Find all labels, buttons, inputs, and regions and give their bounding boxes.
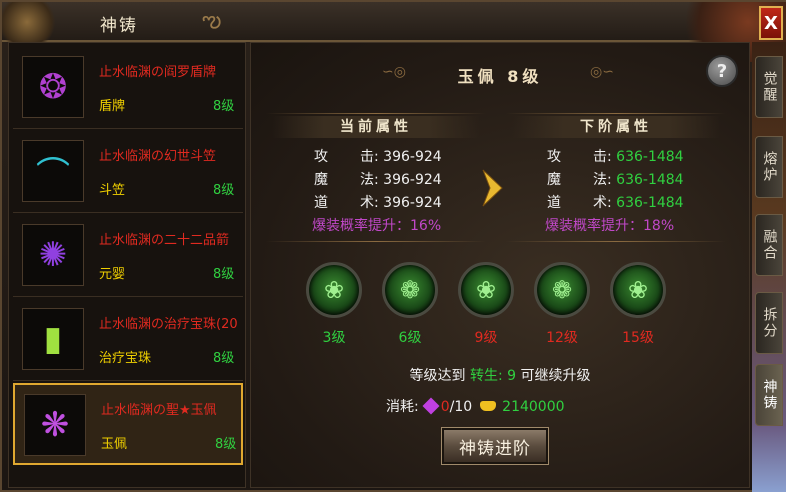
- next-attr-row-magic: 魔法: 636-1484: [547, 172, 684, 188]
- stage-orb-icon[interactable]: ❀: [458, 262, 514, 318]
- title-bar: 神铸 ఌ: [2, 2, 786, 62]
- shield-icon: ❂: [22, 56, 84, 118]
- equipment-list-item[interactable]: ❋ 止水临渊の聖★玉佩 玉佩 8级: [13, 383, 243, 465]
- attr-label: 魔: [547, 172, 561, 188]
- stage-level-label: 15级: [622, 330, 654, 346]
- upgrade-requirement: 等级达到 转生: 9 可继续升级: [250, 365, 750, 385]
- stage-level-label: 9级: [474, 330, 498, 346]
- item-level: 8级: [213, 183, 235, 198]
- attr-label: 道: [314, 195, 328, 211]
- item-level: 8级: [213, 267, 235, 282]
- requirement-value: 9: [507, 368, 517, 384]
- stage-level-label: 12级: [546, 330, 578, 346]
- item-type: 玉佩: [101, 437, 128, 452]
- divider: [506, 241, 726, 242]
- drop-rate-bonus-next: 爆装概率提升：18%: [545, 218, 675, 234]
- attr-label2: 击: [360, 149, 374, 165]
- attr-row-magic: 魔法: 396-924: [314, 172, 442, 188]
- gem-need: /10: [449, 399, 473, 415]
- equipment-list-item[interactable]: ▮ 止水临渊の治疗宝珠(20 治疗宝珠 8级: [13, 299, 243, 381]
- divider: [266, 241, 486, 242]
- requirement-suffix: 可继续升级: [516, 368, 591, 384]
- gem-icon: [422, 397, 440, 415]
- spirit-icon: ✺: [22, 224, 84, 286]
- stage-orb-icon[interactable]: ❁: [382, 262, 438, 318]
- item-name: 止水临渊の治疗宝珠(20: [99, 317, 238, 332]
- item-level: 8级: [213, 99, 235, 114]
- attr-value: 636-1484: [616, 149, 684, 165]
- attr-label: 道: [547, 195, 561, 211]
- gold-ingot-icon: [480, 401, 497, 411]
- gold-amount: 2140000: [502, 399, 565, 415]
- potion-icon: ▮: [22, 308, 84, 370]
- stage-orb-icon[interactable]: ❀: [306, 262, 362, 318]
- item-name: 止水临渊の二十二品箭: [99, 233, 230, 248]
- dragon-ornament-left: [2, 2, 62, 42]
- hat-icon: ⌒: [22, 140, 84, 202]
- next-attr-row-taoism: 道术: 636-1484: [547, 195, 684, 211]
- item-type: 元婴: [99, 267, 126, 282]
- requirement-key: 转生:: [469, 368, 508, 384]
- attr-label2: 法: [593, 172, 607, 188]
- equipment-list: ❂ 止水临渊の阎罗盾牌 盾牌 8级 ⌒ 止水临渊の幻世斗笠 斗笠 8级 ✺ 止水临渊の二十二品箭元…: [8, 42, 246, 488]
- divider: [506, 113, 726, 114]
- stage-orb-icon[interactable]: ❀: [610, 262, 666, 318]
- help-button[interactable]: ?: [706, 55, 738, 87]
- next-arrow-icon: [482, 169, 503, 207]
- drop-rate-bonus-current: 爆装概率提升：16%: [312, 218, 442, 234]
- close-button[interactable]: X: [759, 6, 783, 40]
- attr-label2: 术: [593, 195, 607, 211]
- forge-upgrade-button[interactable]: 神铸进阶: [441, 427, 549, 465]
- cost-label: 消耗:: [386, 399, 419, 415]
- item-type: 斗笠: [99, 183, 126, 198]
- equipment-list-item[interactable]: ⌒ 止水临渊の幻世斗笠 斗笠 8级: [13, 131, 243, 213]
- item-level: 8级: [215, 437, 237, 452]
- attr-label: 魔: [314, 172, 328, 188]
- attr-value: 636-1484: [616, 195, 684, 211]
- divider: [266, 113, 486, 114]
- stage-level-label: 6级: [398, 330, 422, 346]
- heading-ornament-right-icon: ◎∽: [590, 64, 614, 80]
- item-name: 止水临渊の阎罗盾牌: [99, 65, 217, 80]
- next-attr-row-attack: 攻击: 636-1484: [547, 149, 684, 165]
- attr-label2: 击: [593, 149, 607, 165]
- attr-label2: 术: [360, 195, 374, 211]
- item-name: 止水临渊の聖★玉佩: [101, 403, 217, 418]
- item-type: 治疗宝珠: [99, 351, 152, 366]
- equipment-list-item[interactable]: ✺ 止水临渊の二十二品箭 元婴 8级: [13, 215, 243, 297]
- pendant-icon: ❋: [24, 394, 86, 456]
- swirl-ornament-icon: ఌ: [202, 8, 222, 33]
- equipment-list-item[interactable]: ❂ 止水临渊の阎罗盾牌 盾牌 8级: [13, 47, 243, 129]
- cost-row: 消耗: 0/10 2140000: [386, 396, 565, 416]
- side-tab[interactable]: 神铸: [755, 364, 783, 426]
- side-tab[interactable]: 熔炉: [755, 136, 783, 198]
- selected-item-heading: 玉佩 8级: [457, 67, 543, 86]
- requirement-prefix: 等级达到: [409, 368, 470, 384]
- attr-row-taoism: 道术: 396-924: [314, 195, 442, 211]
- stage-level-label: 3级: [322, 330, 346, 346]
- attr-value: 396-924: [383, 172, 442, 188]
- attr-value: 396-924: [383, 195, 442, 211]
- window-title: 神铸: [100, 16, 138, 36]
- item-type: 盾牌: [99, 99, 126, 114]
- item-name: 止水临渊の幻世斗笠: [99, 149, 217, 164]
- gem-have: 0: [440, 399, 450, 415]
- side-tab[interactable]: 拆分: [755, 292, 783, 354]
- attr-label: 攻: [547, 149, 561, 165]
- attr-value: 396-924: [383, 149, 442, 165]
- attr-value: 636-1484: [616, 172, 684, 188]
- current-attributes-header: 当前属性: [272, 116, 480, 138]
- stage-orb-icon[interactable]: ❁: [534, 262, 590, 318]
- side-tab[interactable]: 融合: [755, 214, 783, 276]
- side-tab[interactable]: 觉醒: [755, 56, 783, 118]
- attr-label: 攻: [314, 149, 328, 165]
- item-level: 8级: [213, 351, 235, 366]
- attr-row-attack: 攻击: 396-924: [314, 149, 442, 165]
- attr-label2: 法: [360, 172, 374, 188]
- next-attributes-header: 下阶属性: [512, 116, 720, 138]
